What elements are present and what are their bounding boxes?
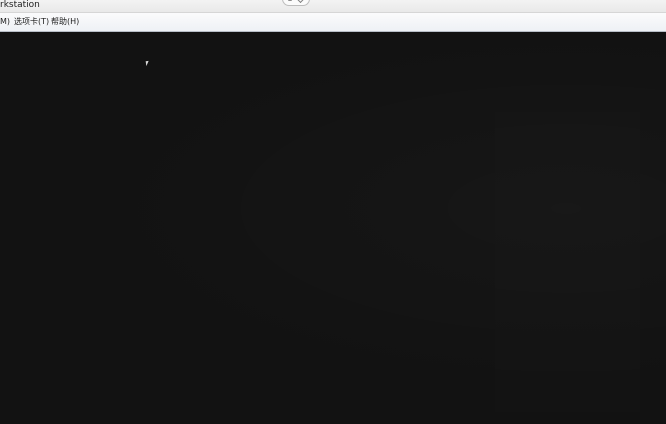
menu-item-tabs[interactable]: 选项卡(T) [14, 16, 49, 28]
pin-icon[interactable] [288, 0, 292, 1]
vmware-workstation-window: rkstation M) 选项卡(T) 帮助(H) [0, 0, 666, 424]
guest-display[interactable] [0, 32, 666, 424]
chevron-down-icon[interactable] [296, 0, 305, 4]
window-title: rkstation [0, 0, 40, 10]
faint-panel [495, 112, 640, 412]
mouse-cursor-icon [145, 60, 150, 67]
title-bar: rkstation [0, 0, 666, 13]
menu-bar: M) 选项卡(T) 帮助(H) [0, 13, 666, 32]
vm-toolbar-toggle[interactable] [282, 0, 310, 6]
menu-item-truncated[interactable]: M) [0, 16, 10, 28]
menu-item-help[interactable]: 帮助(H) [51, 16, 79, 28]
